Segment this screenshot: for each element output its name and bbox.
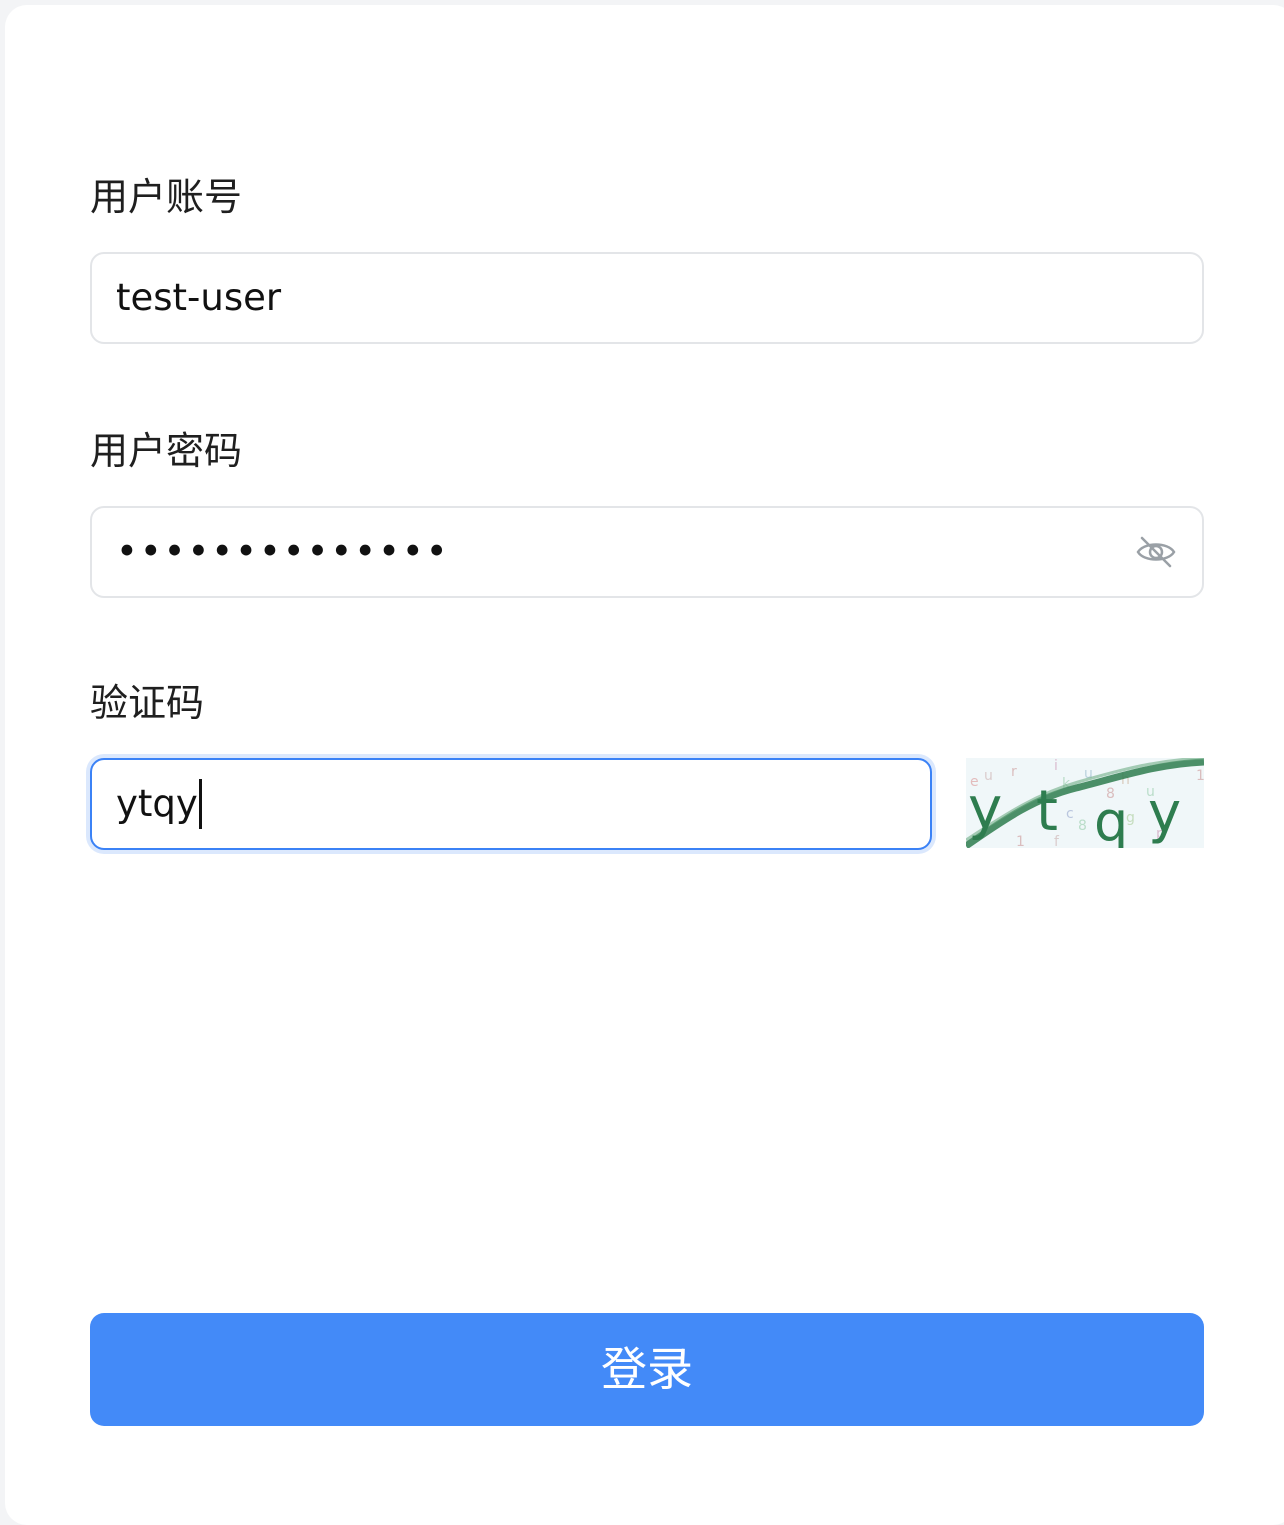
svg-text:y: y xyxy=(1148,781,1181,846)
svg-text:1: 1 xyxy=(1196,768,1204,784)
captcha-value: ytqy xyxy=(116,782,198,825)
password-label: 用户密码 xyxy=(90,429,243,473)
login-button[interactable]: 登录 xyxy=(90,1313,1204,1426)
svg-text:r: r xyxy=(1011,764,1017,780)
username-value: test-user xyxy=(116,276,282,319)
svg-text:8: 8 xyxy=(1078,818,1087,834)
svg-text:c: c xyxy=(1066,806,1074,822)
eye-off-icon[interactable] xyxy=(1134,532,1178,572)
svg-text:1: 1 xyxy=(1016,834,1025,848)
username-label: 用户账号 xyxy=(90,175,243,219)
svg-text:y: y xyxy=(968,774,1002,842)
svg-text:q: q xyxy=(1094,790,1128,848)
svg-text:i: i xyxy=(1054,758,1058,774)
captcha-value-wrap: ytqy xyxy=(116,760,202,848)
captcha-label: 验证码 xyxy=(90,681,205,725)
username-field[interactable]: test-user xyxy=(90,252,1204,344)
svg-text:t: t xyxy=(1036,779,1058,844)
password-field[interactable]: •••••••••••••• xyxy=(90,506,1204,598)
captcha-image[interactable]: e u r i k u 8 h u 1 c 8 g p 1 f y t q y xyxy=(966,758,1204,848)
captcha-input[interactable]: ytqy xyxy=(90,758,932,850)
password-masked-value: •••••••••••••• xyxy=(116,530,450,573)
text-caret xyxy=(198,778,202,829)
